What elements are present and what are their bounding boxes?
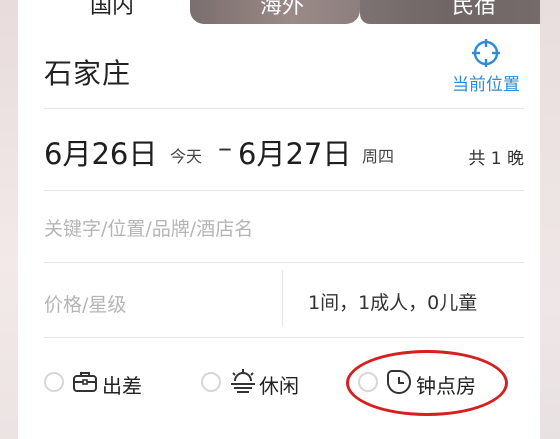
highlight-circle-annotation bbox=[346, 350, 508, 416]
hotel-search-card: 国内 海外 民宿 石家庄 当前位置 6月26日 今天 – 6月27日 周四 共 … bbox=[18, 0, 540, 439]
keyword-search-input[interactable]: 关键字/位置/品牌/酒店名 bbox=[44, 214, 253, 241]
current-location-label: 当前位置 bbox=[452, 75, 520, 95]
check-out-day: 周四 bbox=[362, 147, 395, 166]
trip-type-leisure-label: 休闲 bbox=[259, 374, 299, 398]
tab-overseas-label: 海外 bbox=[260, 0, 305, 19]
destination-city[interactable]: 石家庄 bbox=[44, 52, 131, 92]
date-selector[interactable]: 6月26日 今天 – 6月27日 周四 共 1 晚 bbox=[44, 131, 524, 171]
tab-bar: 国内 海外 民宿 bbox=[18, 0, 540, 24]
radio-business[interactable] bbox=[44, 372, 64, 392]
tab-domestic[interactable]: 国内 bbox=[18, 0, 190, 24]
tab-overseas[interactable]: 海外 bbox=[190, 0, 360, 24]
vertical-divider bbox=[282, 270, 283, 326]
trip-type-business-label: 出差 bbox=[102, 374, 142, 398]
briefcase-icon bbox=[73, 372, 97, 392]
rooms-guests-selector[interactable]: 1间，1成人，0儿童 bbox=[308, 288, 477, 315]
nights-count: 共 1 晚 bbox=[468, 149, 524, 169]
background-right-edge bbox=[540, 0, 560, 439]
divider bbox=[44, 262, 524, 263]
divider bbox=[44, 190, 524, 191]
tab-domestic-label: 国内 bbox=[90, 0, 135, 19]
sun-cloud-icon bbox=[231, 369, 255, 393]
crosshair-icon bbox=[472, 39, 500, 67]
radio-leisure[interactable] bbox=[201, 372, 221, 392]
background-left-edge bbox=[0, 0, 18, 439]
date-separator: – bbox=[218, 131, 232, 164]
tab-homestay[interactable]: 民宿 bbox=[360, 0, 540, 24]
check-out-date: 6月27日 bbox=[238, 137, 352, 171]
tab-homestay-label: 民宿 bbox=[452, 0, 497, 19]
divider bbox=[44, 337, 524, 338]
current-location-button[interactable]: 当前位置 bbox=[446, 38, 526, 95]
check-in-day: 今天 bbox=[170, 147, 203, 166]
price-star-filter[interactable]: 价格/星级 bbox=[44, 290, 126, 317]
check-in-date: 6月26日 bbox=[44, 137, 158, 171]
divider bbox=[44, 108, 524, 109]
